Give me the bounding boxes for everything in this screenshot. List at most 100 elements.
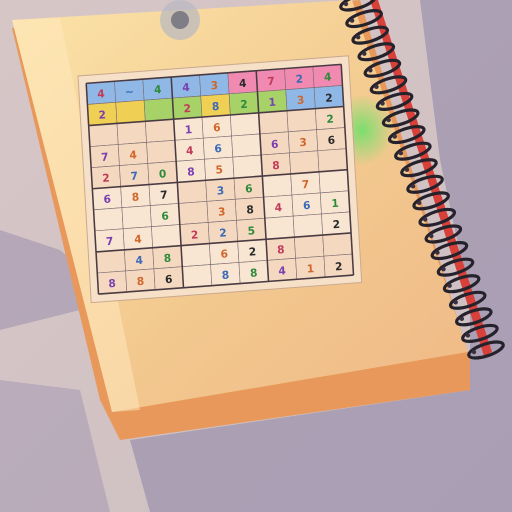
sudoku-digit: 5 — [215, 163, 223, 177]
sudoku-cell — [180, 243, 211, 268]
sudoku-cell — [93, 207, 124, 232]
sudoku-digit: 4 — [97, 87, 106, 101]
sudoku-cell — [181, 264, 213, 289]
sudoku-digit: 8 — [250, 266, 258, 280]
sudoku-digit: 2 — [102, 171, 110, 185]
sudoku-digit: 4 — [278, 264, 287, 278]
sudoku-cell — [264, 215, 295, 240]
cover-hole-inner — [171, 11, 189, 29]
spiral-hole — [410, 184, 416, 189]
sudoku-digit: 6 — [103, 192, 111, 206]
spiral-hole — [343, 1, 349, 7]
sudoku-cell — [178, 201, 209, 225]
sudoku-digit: 2 — [219, 226, 227, 240]
sudoku-digit: 4 — [186, 144, 195, 158]
sudoku-digit: 3 — [297, 93, 305, 107]
sudoku-cell — [286, 108, 317, 133]
sudoku-digit: 3 — [216, 184, 224, 198]
sudoku-digit: 4 — [129, 148, 138, 162]
sudoku-digit: 2 — [332, 218, 340, 232]
sudoku-digit: 7 — [301, 178, 309, 192]
sudoku-digit: 4 — [182, 81, 191, 95]
sudoku-digit: 5 — [247, 224, 255, 238]
sudoku-digit: 6 — [214, 142, 222, 156]
sudoku-digit: 2 — [98, 108, 106, 122]
spiral-hole — [423, 217, 428, 222]
spiral-hole — [447, 283, 452, 288]
sudoku-digit: 3 — [299, 136, 307, 150]
sudoku-digit: 8 — [212, 100, 220, 114]
sudoku-digit: 1 — [331, 197, 339, 211]
sudoku-digit: 6 — [165, 273, 173, 287]
spiral-hole — [349, 18, 355, 23]
sudoku-digit: 1 — [306, 262, 314, 276]
sudoku-digit: 4 — [134, 232, 143, 246]
sudoku-digit: 4 — [135, 254, 144, 268]
sudoku-digit: 6 — [161, 209, 169, 223]
sudoku-cell — [232, 154, 263, 179]
sudoku-cell — [95, 249, 126, 274]
sudoku-digit: 4 — [154, 83, 163, 97]
sudoku-digit: 3 — [218, 205, 226, 219]
spiral-hole — [441, 266, 446, 272]
sudoku-cell — [88, 123, 119, 147]
sudoku-sheet: 4 ~4 4 3 4 7 2 4 2 2 8 2 1 3 2 1 6 2 7 4 4 6 6 3 6 2 7 0 8 5 8 6 8 7 3 6 7 6 3… — [77, 55, 363, 304]
sudoku-digit: 8 — [136, 275, 144, 289]
sudoku-digit: 1 — [184, 123, 192, 137]
spiral-hole — [355, 34, 361, 40]
sudoku-cell — [145, 118, 176, 143]
sudoku-cell — [143, 97, 174, 122]
sudoku-cell — [322, 232, 353, 257]
sudoku-cell — [292, 213, 324, 238]
sudoku-digit: 7 — [106, 235, 114, 249]
sudoku-cell — [262, 173, 293, 198]
spiral-hole — [465, 333, 471, 338]
spiral-hole — [453, 300, 458, 305]
sudoku-cell — [115, 99, 146, 124]
sudoku-digit: 4 — [274, 201, 283, 215]
sudoku-digit: 1 — [268, 95, 276, 109]
sudoku-digit: 6 — [303, 199, 311, 213]
spiral-hole — [435, 250, 440, 255]
sudoku-cell — [317, 148, 348, 173]
sudoku-digit: 4 — [324, 70, 333, 84]
sudoku-digit: 6 — [327, 133, 335, 147]
sudoku-digit: 2 — [295, 72, 303, 86]
spiral-hole — [374, 84, 379, 90]
sudoku-digit: 8 — [187, 165, 195, 179]
sudoku-grid: 4 ~4 4 3 4 7 2 4 2 2 8 2 1 3 2 1 6 2 7 4 4 6 6 3 6 2 7 0 8 5 8 6 8 7 3 6 7 6 3… — [85, 63, 355, 295]
sudoku-cell — [294, 234, 325, 259]
spiral-hole — [471, 349, 477, 355]
sudoku-digit: 2 — [326, 112, 334, 126]
sudoku-digit: 8 — [108, 277, 116, 291]
sudoku-digit: 3 — [210, 79, 218, 93]
sudoku-digit: 6 — [271, 138, 279, 152]
sudoku-cell — [121, 205, 152, 230]
sudoku-digit: 6 — [213, 121, 221, 135]
spiral-hole — [362, 51, 367, 56]
spiral-hole — [368, 68, 373, 73]
sudoku-cell — [231, 133, 262, 158]
sudoku-digit: 2 — [325, 91, 333, 105]
sudoku-cell — [318, 169, 349, 194]
spiral-hole — [416, 200, 422, 206]
sudoku-digit: 2 — [240, 98, 248, 112]
sudoku-cell — [151, 224, 182, 249]
sudoku-cell — [146, 139, 177, 164]
sudoku-digit: 8 — [277, 243, 285, 257]
spiral-hole — [380, 101, 385, 106]
sudoku-digit: 7 — [130, 169, 138, 183]
sudoku-digit: 2 — [183, 102, 191, 116]
notebook-scene: 4 ~4 4 3 4 7 2 4 2 2 8 2 1 3 2 1 6 2 7 4 4 6 6 3 6 2 7 0 8 5 8 6 8 7 3 6 7 6 3… — [0, 0, 512, 512]
sudoku-digit: 6 — [220, 247, 228, 261]
spiral-hole — [404, 167, 410, 172]
sudoku-digit: 4 — [239, 77, 248, 91]
sudoku-cell — [230, 112, 261, 137]
spiral-hole — [386, 117, 391, 123]
sudoku-digit: 7 — [101, 150, 109, 164]
sudoku-digit: 8 — [246, 203, 254, 217]
sudoku-cell — [116, 120, 147, 145]
sudoku-digit: 6 — [245, 182, 253, 196]
sudoku-cell — [177, 179, 208, 204]
sudoku-digit: ~ — [125, 85, 135, 99]
